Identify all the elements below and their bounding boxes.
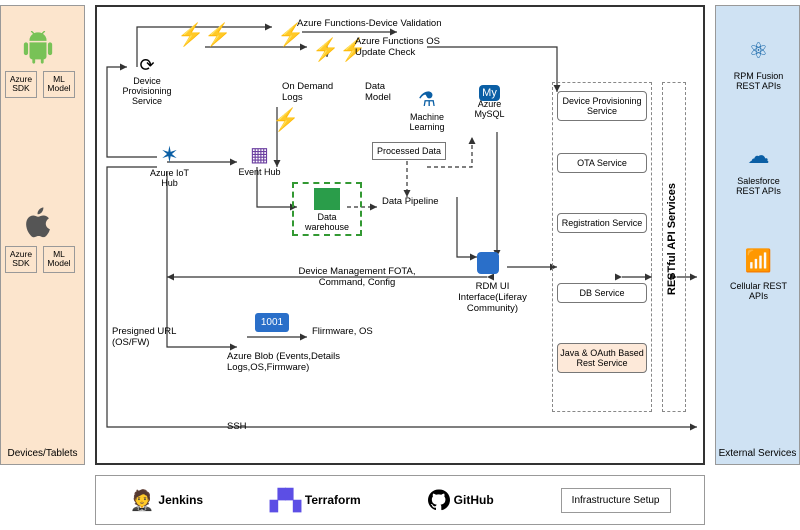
atom-icon: ⚛ <box>739 31 779 71</box>
svc-db: DB Service <box>557 283 647 303</box>
terraform-item: ▞▚ Terraform <box>270 488 361 513</box>
mysql-label: Azure MySQL <box>474 99 504 119</box>
cellular-item: 📶 Cellular REST APIs <box>726 241 791 301</box>
azure-fn-validation-label: Azure Functions-Device Validation <box>297 19 442 30</box>
salesforce-item: ☁ Salesforce REST APIs <box>726 136 791 196</box>
ml-label: Machine Learning <box>409 112 444 132</box>
github-icon <box>428 489 450 511</box>
ml-icon: ⚗Machine Learning <box>402 87 452 132</box>
terraform-icon: ▞▚ <box>270 488 301 513</box>
rdm-icon <box>477 252 499 276</box>
android-ml-box: ML Model <box>43 71 75 98</box>
event-hub-icon: ▦Event Hub <box>232 142 287 177</box>
apple-ml-box: ML Model <box>43 246 75 273</box>
external-services-panel: ⚛ RPM Fusion REST APIs ☁ Salesforce REST… <box>715 5 800 465</box>
external-label: External Services <box>716 448 799 459</box>
firmware-label: Flirmware, OS <box>312 327 382 338</box>
infra-setup-box: Infrastructure Setup <box>561 488 671 513</box>
azure-fn-os-label: Azure Functions OS Update Check <box>355 37 465 59</box>
data-warehouse-box: Data warehouse <box>292 182 362 236</box>
github-item: GitHub <box>428 489 494 511</box>
github-label: GitHub <box>454 493 494 507</box>
services-column: Device Provisioning Service OTA Service … <box>552 82 652 412</box>
svc-device-provisioning: Device Provisioning Service <box>557 91 647 121</box>
iot-hub-icon: ✶Azure IoT Hub <box>142 142 197 188</box>
rdm-label: RDM UI Interface(Liferay Community) <box>445 282 540 315</box>
ssh-label: SSH <box>227 422 247 433</box>
pipeline-label: Data Pipeline <box>382 197 439 208</box>
on-demand-logs-label: On Demand Logs <box>282 82 352 104</box>
cloud-icon: ☁ <box>739 136 779 176</box>
dev-mgmt-label: Device Management FOTA, Command, Config <box>297 267 417 289</box>
dev-prov-label: Device Provisioning Service <box>122 76 171 106</box>
cellular-label: Cellular REST APIs <box>730 281 787 301</box>
event-hub-label: Event Hub <box>238 167 280 177</box>
rpm-fusion-label: RPM Fusion REST APIs <box>734 71 784 91</box>
jenkins-icon: 🤵 <box>130 488 155 513</box>
infrastructure-panel: 🤵 Jenkins ▞▚ Terraform GitHub Infrastruc… <box>95 475 705 525</box>
azure-blob-label: Azure Blob (Events,Details Logs,OS,Firmw… <box>227 352 347 374</box>
terraform-label: Terraform <box>305 493 361 507</box>
warehouse-label: Data warehouse <box>296 212 358 232</box>
architecture-panel: ⚡⚡ ⚡ Azure Functions-Device Validation ⚡… <box>95 5 705 465</box>
apple-sdk-box: Azure SDK <box>5 246 37 273</box>
restful-label: RESTful API Services <box>666 183 678 295</box>
device-provisioning-icon: ⟳Device Provisioning Service <box>122 55 172 106</box>
jenkins-label: Jenkins <box>158 493 203 507</box>
jenkins-item: 🤵 Jenkins <box>130 488 204 513</box>
azure-function-icon-4: ⚡ <box>272 107 299 133</box>
apple-icon <box>21 206 55 242</box>
svc-java-oauth: Java & OAuth Based Rest Service <box>557 343 647 373</box>
rpm-fusion-item: ⚛ RPM Fusion REST APIs <box>726 31 791 91</box>
android-sdk-box: Azure SDK <box>5 71 37 98</box>
azure-blob-icon: 1001 <box>237 317 307 328</box>
processed-data-box: Processed Data <box>372 142 446 160</box>
azure-function-icon-1: ⚡⚡ <box>177 22 232 48</box>
svc-ota: OTA Service <box>557 153 647 173</box>
android-icon <box>21 31 55 67</box>
salesforce-label: Salesforce REST APIs <box>736 176 781 196</box>
iot-hub-label: Azure IoT Hub <box>150 168 189 188</box>
devices-label: Devices/Tablets <box>1 448 84 459</box>
restful-api-box: RESTful API Services <box>662 82 686 412</box>
svc-registration: Registration Service <box>557 213 647 233</box>
presigned-label: Presigned URL (OS/FW) <box>112 327 182 349</box>
mysql-icon: MyAzure MySQL <box>467 87 512 119</box>
antenna-icon: 📶 <box>739 241 779 281</box>
devices-panel: Azure SDK ML Model Azure SDK ML Model De… <box>0 5 85 465</box>
